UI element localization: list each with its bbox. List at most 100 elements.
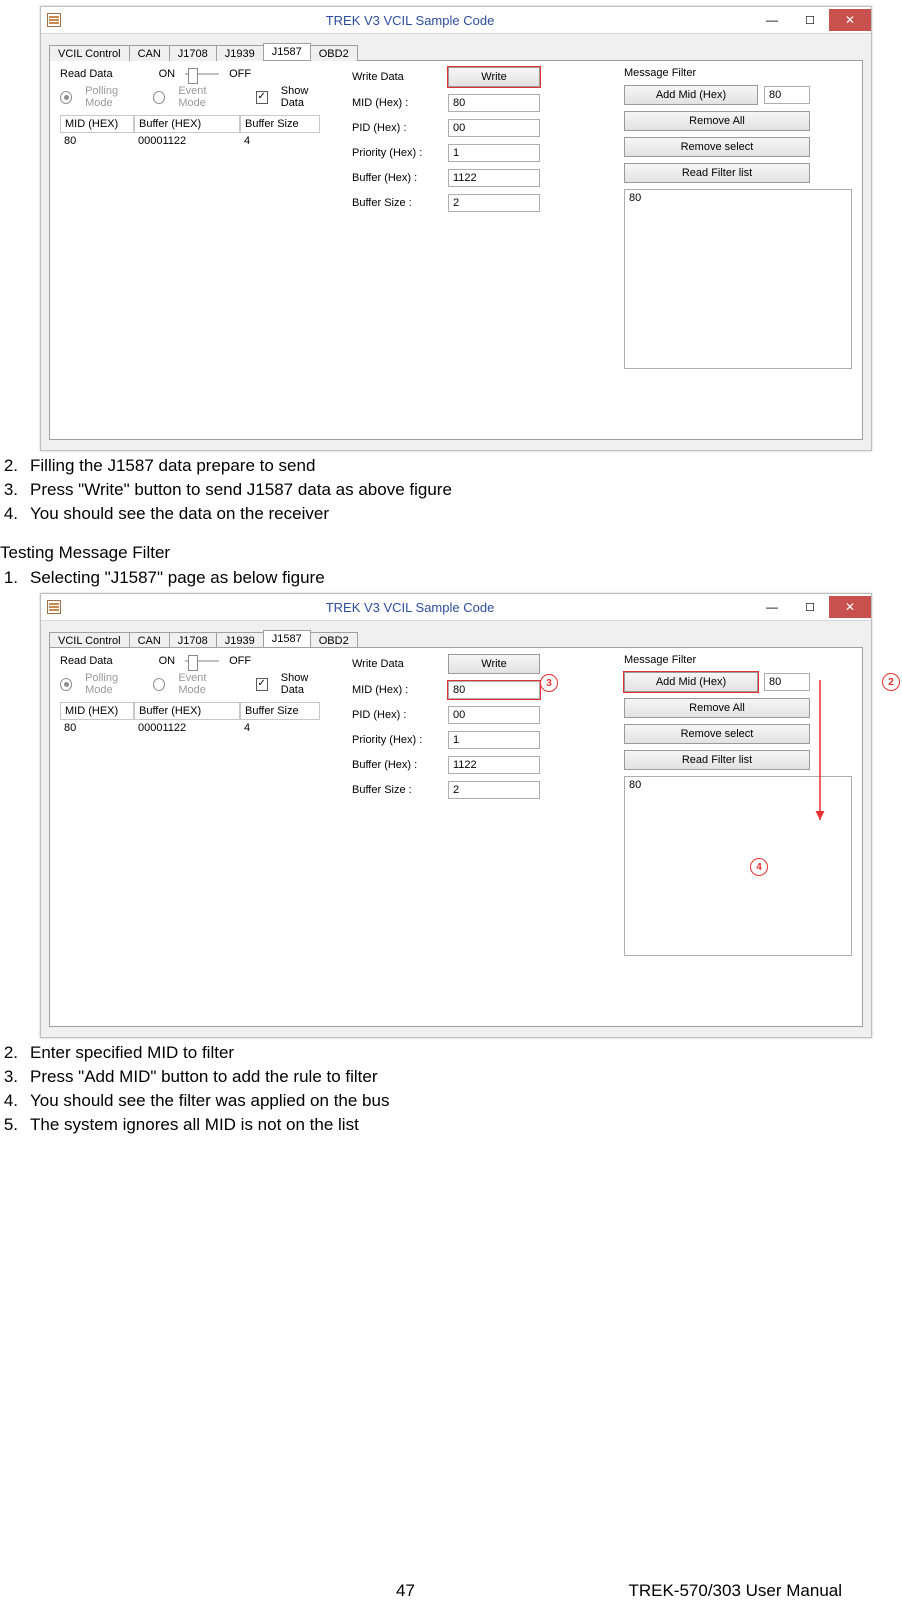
tab-j1708[interactable]: J1708	[169, 632, 217, 648]
polling-radio[interactable]	[60, 678, 72, 691]
add-mid-input[interactable]	[764, 673, 810, 691]
polling-label: Polling Mode	[85, 672, 143, 696]
read-data-label: Read Data	[60, 68, 113, 80]
remove-select-button[interactable]: Remove select	[624, 724, 810, 744]
read-data-grid: MID (HEX) Buffer (HEX) Buffer Size 80 00…	[60, 702, 330, 736]
off-label: OFF	[229, 68, 251, 80]
field-label: PID (Hex) :	[352, 709, 442, 721]
tab-can[interactable]: CAN	[129, 632, 170, 648]
add-mid-button[interactable]: Add Mid (Hex)	[624, 672, 758, 692]
field-label: Buffer Size :	[352, 197, 442, 209]
window-controls: — ☐ ✕	[753, 9, 871, 31]
read-toggle[interactable]	[185, 654, 219, 668]
field-input[interactable]	[448, 94, 540, 112]
write-button[interactable]: Write	[448, 654, 540, 674]
maximize-button[interactable]: ☐	[791, 9, 829, 31]
tab-j1587[interactable]: J1587	[263, 43, 311, 60]
field-label: MID (Hex) :	[352, 97, 442, 109]
field-input[interactable]	[448, 756, 540, 774]
write-button[interactable]: Write	[448, 67, 540, 87]
write-data-panel: Write Data Write MID (Hex) :PID (Hex) :P…	[352, 67, 602, 427]
field-input[interactable]	[448, 194, 540, 212]
close-button[interactable]: ✕	[829, 9, 871, 31]
tab-j1939[interactable]: J1939	[216, 632, 264, 648]
list-number: 5.	[0, 1114, 18, 1136]
minimize-button[interactable]: —	[753, 596, 791, 618]
polling-label: Polling Mode	[85, 85, 143, 109]
tab-j1939[interactable]: J1939	[216, 45, 264, 61]
field-input[interactable]	[448, 706, 540, 724]
list-text: You should see the filter was applied on…	[30, 1090, 389, 1112]
read-toggle[interactable]	[185, 67, 219, 81]
field-input[interactable]	[448, 731, 540, 749]
section-title: Testing Message Filter	[0, 543, 894, 563]
field-label: Priority (Hex) :	[352, 734, 442, 746]
list-number: 3.	[0, 1066, 18, 1088]
col-size: Buffer Size	[240, 702, 320, 720]
read-data-grid: MID (HEX) Buffer (HEX) Buffer Size 80 00…	[60, 115, 330, 149]
tab-obd2[interactable]: OBD2	[310, 632, 358, 648]
close-button[interactable]: ✕	[829, 596, 871, 618]
show-data-checkbox[interactable]: ✓	[256, 678, 268, 691]
message-filter-label: Message Filter	[624, 654, 696, 666]
filter-listbox[interactable]: 80	[624, 189, 852, 369]
event-radio[interactable]	[153, 91, 165, 104]
remove-all-button[interactable]: Remove All	[624, 111, 810, 131]
tab-vcil-control[interactable]: VCIL Control	[49, 632, 130, 648]
field-input[interactable]	[448, 144, 540, 162]
show-data-label: Show Data	[281, 85, 330, 109]
window-1: TREK V3 VCIL Sample Code — ☐ ✕ VCIL Cont…	[40, 6, 872, 451]
on-label: ON	[159, 68, 176, 80]
col-mid: MID (HEX)	[60, 115, 134, 133]
tab-j1708[interactable]: J1708	[169, 45, 217, 61]
page-number: 47	[260, 1581, 551, 1601]
tab-vcil-control[interactable]: VCIL Control	[49, 45, 130, 61]
list-number: 4.	[0, 503, 18, 525]
app-icon	[47, 13, 61, 27]
instruction-list-1: 2.Filling the J1587 data prepare to send…	[0, 455, 894, 525]
write-data-panel: Write Data Write MID (Hex) :PID (Hex) :P…	[352, 654, 602, 1014]
event-label: Event Mode	[178, 672, 232, 696]
field-label: Buffer (Hex) :	[352, 172, 442, 184]
col-mid: MID (HEX)	[60, 702, 134, 720]
table-row: 80 00001122 4	[60, 133, 330, 149]
event-radio[interactable]	[153, 678, 165, 691]
list-text: Selecting "J1587" page as below figure	[30, 567, 325, 589]
tab-can[interactable]: CAN	[129, 45, 170, 61]
off-label: OFF	[229, 655, 251, 667]
tab-obd2[interactable]: OBD2	[310, 45, 358, 61]
polling-radio[interactable]	[60, 91, 72, 104]
read-filter-button[interactable]: Read Filter list	[624, 750, 810, 770]
maximize-button[interactable]: ☐	[791, 596, 829, 618]
instruction-list-2b: 2.Enter specified MID to filter3.Press "…	[0, 1042, 894, 1136]
remove-select-button[interactable]: Remove select	[624, 137, 810, 157]
read-filter-button[interactable]: Read Filter list	[624, 163, 810, 183]
tab-j1587[interactable]: J1587	[263, 630, 311, 647]
show-data-checkbox[interactable]: ✓	[256, 91, 268, 104]
field-input[interactable]	[448, 169, 540, 187]
read-data-label: Read Data	[60, 655, 113, 667]
add-mid-button[interactable]: Add Mid (Hex)	[624, 85, 758, 105]
window-controls: — ☐ ✕	[753, 596, 871, 618]
remove-all-button[interactable]: Remove All	[624, 698, 810, 718]
field-input[interactable]	[448, 781, 540, 799]
tab-strip: VCIL ControlCANJ1708J1939J1587OBD2	[49, 40, 863, 60]
field-label: Buffer Size :	[352, 784, 442, 796]
filter-listbox[interactable]: 80	[624, 776, 852, 956]
titlebar: TREK V3 VCIL Sample Code — ☐ ✕	[41, 7, 871, 34]
tab-pane: Read Data ON OFF Polling Mode Event Mode	[49, 60, 863, 440]
list-number: 4.	[0, 1090, 18, 1112]
field-input[interactable]	[448, 119, 540, 137]
read-data-panel: Read Data ON OFF Polling Mode Event Mode	[60, 654, 330, 1014]
list-text: Press "Add MID" button to add the rule t…	[30, 1066, 378, 1088]
list-text: The system ignores all MID is not on the…	[30, 1114, 359, 1136]
add-mid-input[interactable]	[764, 86, 810, 104]
message-filter-panel: Message Filter Add Mid (Hex) Remove All …	[624, 654, 852, 1014]
list-number: 2.	[0, 455, 18, 477]
list-text: Enter specified MID to filter	[30, 1042, 234, 1064]
show-data-label: Show Data	[281, 672, 330, 696]
instruction-list-2a: 1.Selecting "J1587" page as below figure	[0, 567, 894, 589]
field-input[interactable]	[448, 681, 540, 699]
list-text: You should see the data on the receiver	[30, 503, 329, 525]
minimize-button[interactable]: —	[753, 9, 791, 31]
